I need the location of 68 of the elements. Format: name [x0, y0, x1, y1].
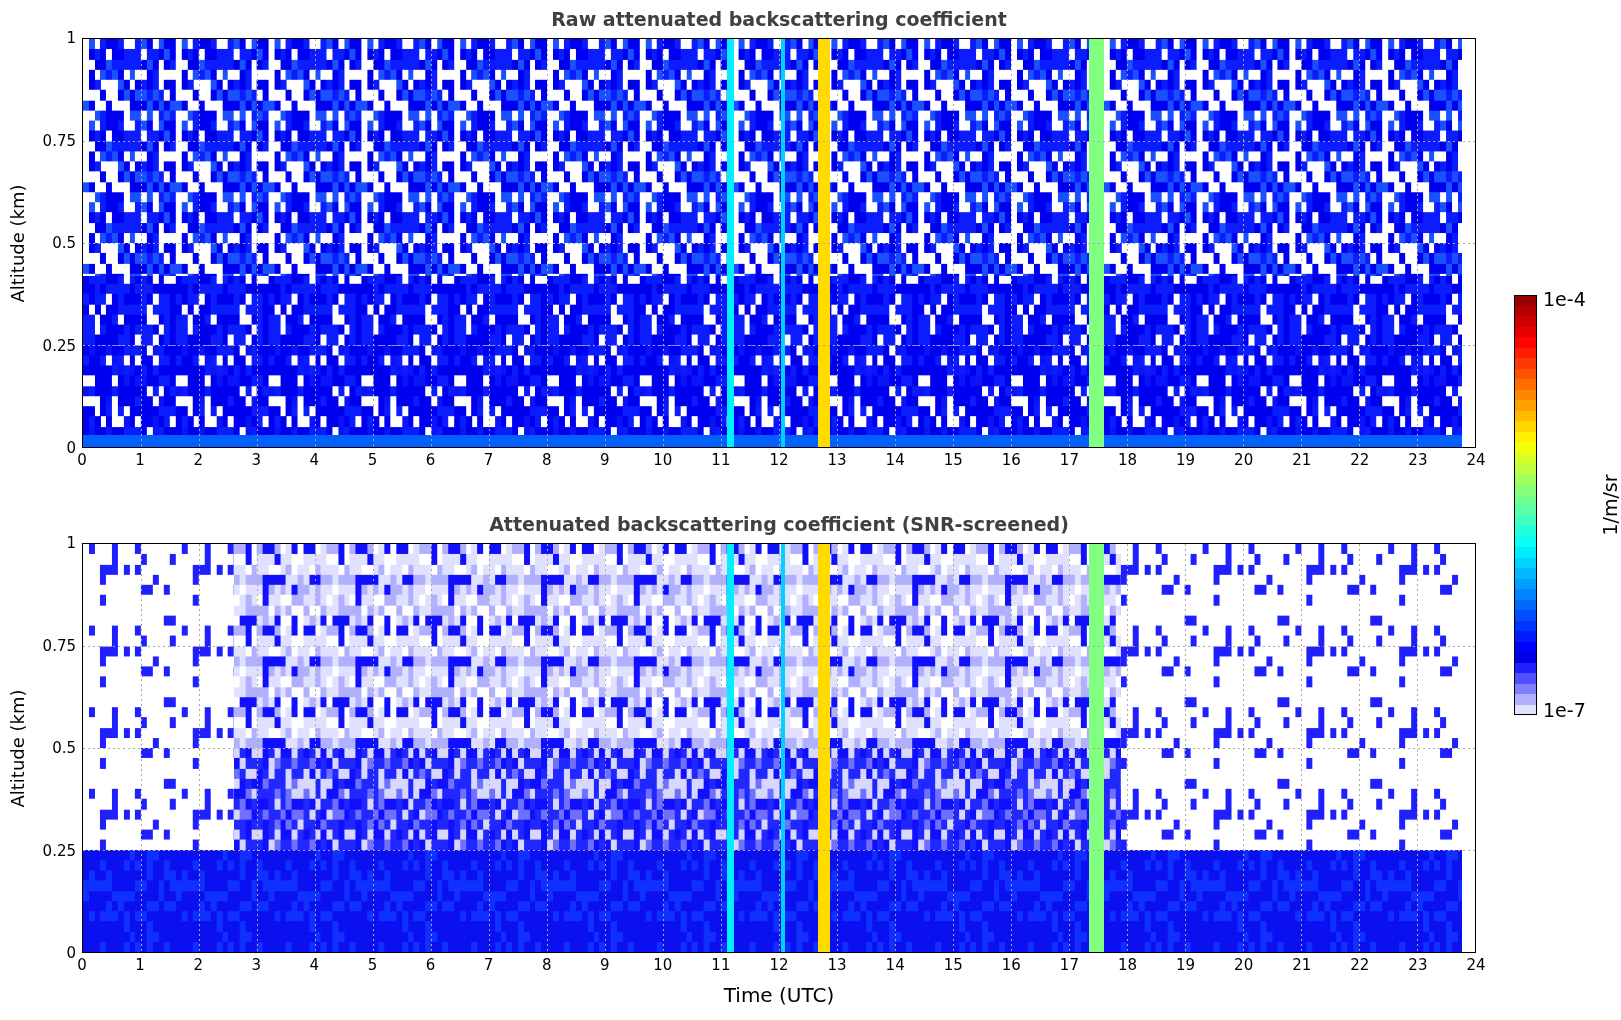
tick-label: 20 [1234, 958, 1254, 973]
tick-label: 17 [1059, 958, 1079, 973]
tick-label: 1 [135, 453, 145, 468]
tick-label: 21 [1292, 958, 1312, 973]
tick-label: 10 [653, 958, 673, 973]
tick-label: 22 [1350, 958, 1370, 973]
tick-label: 4 [309, 453, 320, 468]
tick-label: 13 [827, 958, 847, 973]
tick-label: 11 [711, 958, 731, 973]
tick-label: 7 [483, 958, 494, 973]
tick-label: 17 [1059, 453, 1079, 468]
tick-label: 8 [541, 958, 552, 973]
tick-label: 22 [1350, 453, 1370, 468]
axis-label: Altitude (km) [6, 688, 28, 808]
tick-label: 10 [653, 453, 673, 468]
tick-label: 7 [483, 453, 494, 468]
plot-title: Raw attenuated backscattering coefficient [551, 8, 1007, 30]
tick-label: 0.25 [42, 338, 76, 353]
tick-label: 2 [193, 958, 203, 973]
tick-label: 0 [66, 440, 76, 456]
tick-label: 5 [367, 453, 378, 468]
tick-label: 15 [943, 958, 963, 973]
tick-label: 3 [251, 453, 261, 468]
tick-label: 0.75 [42, 133, 76, 148]
colorbar-min-label: 1e-7 [1543, 701, 1587, 720]
tick-label: 21 [1292, 453, 1312, 468]
tick-label: 8 [541, 453, 552, 468]
tick-label: 13 [827, 453, 847, 468]
tick-label: 18 [1117, 453, 1138, 468]
tick-label: 24 [1466, 958, 1486, 973]
tick-label: 18 [1117, 958, 1138, 973]
tick-label: 23 [1408, 958, 1428, 973]
tick-label: 0.5 [52, 235, 76, 251]
tick-label: 2 [193, 453, 203, 468]
tick-label: 0 [77, 958, 87, 973]
tick-label: 1 [66, 30, 76, 46]
tick-label: 19 [1176, 958, 1196, 973]
tick-label: 1 [66, 535, 76, 551]
tick-label: 14 [885, 958, 905, 973]
tick-label: 9 [600, 958, 610, 973]
colorbar-label: 1/m/sr [1599, 474, 1621, 536]
tick-label: 19 [1176, 453, 1196, 468]
tick-label: 12 [769, 958, 789, 973]
tick-label: 23 [1408, 453, 1428, 468]
tick-label: 5 [367, 958, 378, 973]
tick-label: 3 [251, 958, 261, 973]
tick-label: 24 [1466, 453, 1486, 468]
plot-title: Attenuated backscattering coefficient (SNR-screened) [489, 513, 1069, 535]
colorbar-max-label: 1e-4 [1543, 290, 1587, 309]
axis-label: Time (UTC) [723, 983, 835, 1007]
tick-label: 0.25 [42, 843, 76, 858]
tick-label: 6 [425, 958, 436, 973]
tick-label: 0 [66, 945, 76, 961]
tick-label: 0.5 [52, 740, 76, 756]
tick-label: 0.75 [42, 638, 76, 653]
tick-label: 14 [885, 453, 905, 468]
tick-label: 16 [1001, 958, 1021, 973]
tick-label: 4 [309, 958, 320, 973]
tick-label: 12 [769, 453, 789, 468]
tick-label: 9 [600, 453, 610, 468]
tick-label: 15 [943, 453, 963, 468]
axis-label: Altitude (km) [6, 183, 28, 303]
tick-label: 0 [77, 453, 87, 468]
tick-label: 20 [1234, 453, 1254, 468]
tick-label: 11 [711, 453, 731, 468]
tick-label: 16 [1001, 453, 1021, 468]
tick-label: 6 [425, 453, 436, 468]
tick-label: 1 [135, 958, 145, 973]
